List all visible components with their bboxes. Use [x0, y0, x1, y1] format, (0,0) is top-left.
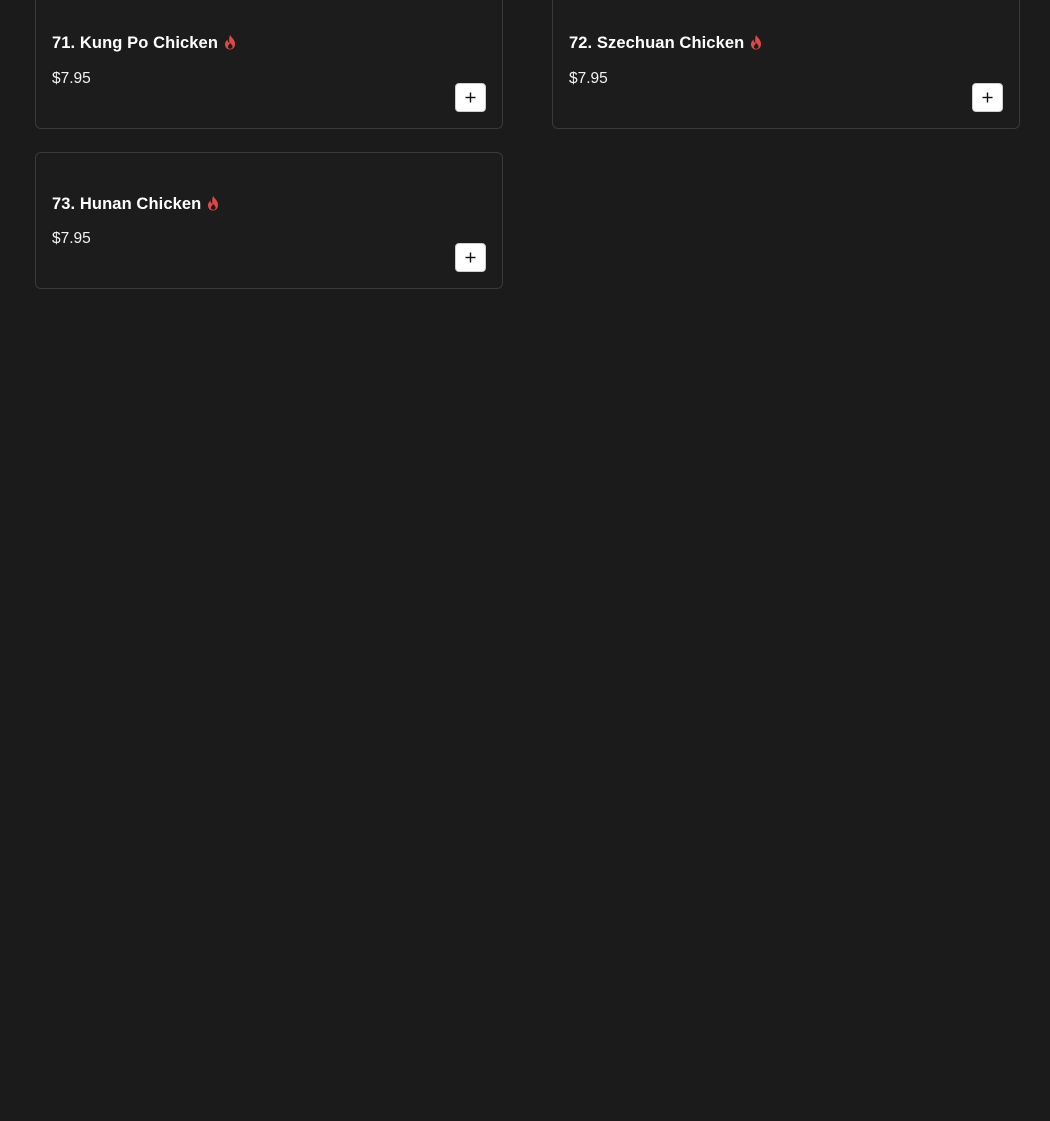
menu-item-card[interactable]: 73. Hunan Chicken $7.95: [35, 152, 503, 289]
item-price: $7.95: [52, 230, 91, 247]
item-price: $7.95: [569, 70, 608, 87]
add-to-cart-button[interactable]: [972, 83, 1003, 112]
plus-icon: [465, 252, 476, 263]
item-title-row: 71. Kung Po Chicken: [52, 34, 237, 52]
flame-icon: [206, 195, 220, 211]
menu-item-card[interactable]: 72. Szechuan Chicken $7.95: [552, 0, 1020, 129]
menu-item-grid: 71. Kung Po Chicken $7.95 72. Szechuan C…: [0, 0, 1050, 1121]
item-name: 71. Kung Po Chicken: [52, 34, 219, 52]
menu-item-card[interactable]: 71. Kung Po Chicken $7.95: [35, 0, 503, 129]
flame-icon: [223, 34, 237, 50]
plus-icon: [465, 92, 476, 103]
item-name: 73. Hunan Chicken: [52, 195, 202, 213]
item-title-row: 73. Hunan Chicken: [52, 195, 220, 213]
add-to-cart-button[interactable]: [455, 243, 486, 272]
add-to-cart-button[interactable]: [455, 83, 486, 112]
flame-icon: [749, 34, 763, 50]
plus-icon: [982, 92, 993, 103]
item-price: $7.95: [52, 70, 91, 87]
item-title-row: 72. Szechuan Chicken: [569, 34, 763, 52]
item-name: 72. Szechuan Chicken: [569, 34, 745, 52]
